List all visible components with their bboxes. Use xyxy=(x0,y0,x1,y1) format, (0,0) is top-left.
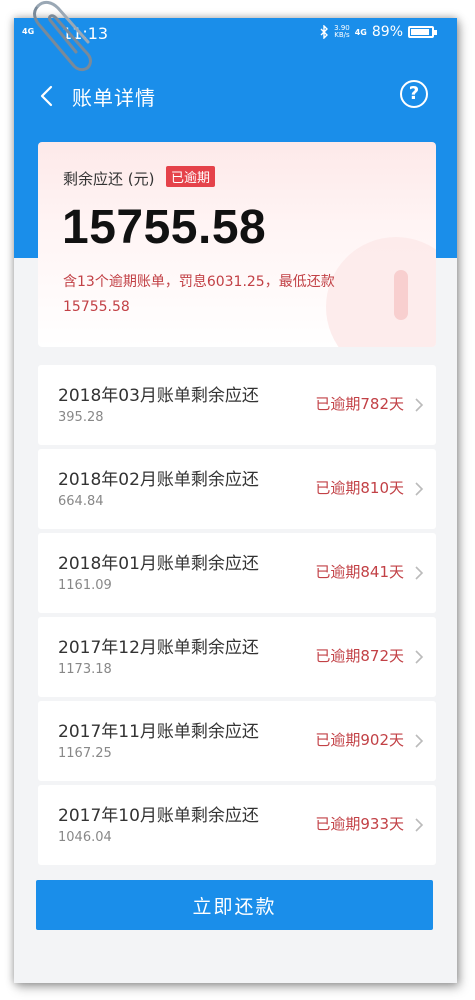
bluetooth-icon xyxy=(320,25,329,39)
chevron-right-icon xyxy=(415,566,424,580)
bill-row-2018-02[interactable]: 2018年02月账单剩余应还 664.84 已逾期810天 xyxy=(38,449,436,529)
bill-amount: 664.84 xyxy=(58,494,104,509)
balance-summary-card: 剩余应还 (元) 已逾期 15755.58 含13个逾期账单，罚息6031.25… xyxy=(38,142,436,347)
chevron-right-icon xyxy=(415,398,424,412)
remaining-label: 剩余应还 (元) xyxy=(63,170,155,188)
battery-icon xyxy=(408,26,437,38)
bill-amount: 1173.18 xyxy=(58,662,112,677)
bill-overdue-status: 已逾期810天 xyxy=(315,479,404,497)
bill-overdue-status: 已逾期782天 xyxy=(315,395,404,413)
bill-amount: 1046.04 xyxy=(58,830,112,845)
bill-title: 2018年03月账单剩余应还 xyxy=(58,386,259,406)
bill-amount: 1161.09 xyxy=(58,578,112,593)
chevron-right-icon xyxy=(415,734,424,748)
bill-overdue-status: 已逾期902天 xyxy=(315,731,404,749)
bill-overdue-status: 已逾期841天 xyxy=(315,563,404,581)
back-icon[interactable] xyxy=(36,84,60,108)
bill-overdue-status: 已逾期933天 xyxy=(315,815,404,833)
bill-row-2017-12[interactable]: 2017年12月账单剩余应还 1173.18 已逾期872天 xyxy=(38,617,436,697)
bill-row-2017-11[interactable]: 2017年11月账单剩余应还 1167.25 已逾期902天 xyxy=(38,701,436,781)
chevron-right-icon xyxy=(415,482,424,496)
bill-title: 2017年12月账单剩余应还 xyxy=(58,638,259,658)
overdue-badge: 已逾期 xyxy=(166,166,216,187)
exclamation-decoration-icon xyxy=(394,270,408,320)
paperclip-icon xyxy=(33,0,92,72)
remaining-amount: 15755.58 xyxy=(62,201,267,254)
bill-list: 2018年03月账单剩余应还 395.28 已逾期782天 2018年02月账单… xyxy=(38,365,436,869)
nav-bar: 账单详情 ? xyxy=(22,74,442,118)
bill-title: 2018年01月账单剩余应还 xyxy=(58,554,259,574)
page-title: 账单详情 xyxy=(72,86,156,110)
chevron-right-icon xyxy=(415,818,424,832)
network-type: 4G xyxy=(354,27,367,37)
network-speed: 3.90 KB/s xyxy=(334,25,350,39)
bill-row-2017-10[interactable]: 2017年10月账单剩余应还 1046.04 已逾期933天 xyxy=(38,785,436,865)
bill-title: 2017年10月账单剩余应还 xyxy=(58,806,259,826)
overdue-note: 含13个逾期账单，罚息6031.25，最低还款15755.58 xyxy=(63,274,335,315)
bill-row-2018-03[interactable]: 2018年03月账单剩余应还 395.28 已逾期782天 xyxy=(38,365,436,445)
network-speed-unit: KB/s xyxy=(334,31,350,39)
battery-percent: 89% xyxy=(371,24,403,40)
help-icon[interactable]: ? xyxy=(400,80,428,108)
bill-amount: 1167.25 xyxy=(58,746,112,761)
bill-overdue-status: 已逾期872天 xyxy=(315,647,404,665)
bill-row-2018-01[interactable]: 2018年01月账单剩余应还 1161.09 已逾期841天 xyxy=(38,533,436,613)
bill-title: 2017年11月账单剩余应还 xyxy=(58,722,259,742)
chevron-right-icon xyxy=(415,650,424,664)
bill-title: 2018年02月账单剩余应还 xyxy=(58,470,259,490)
bill-amount: 395.28 xyxy=(58,410,104,425)
status-right-group: 3.90 KB/s 4G 89% xyxy=(320,24,437,40)
pay-now-button[interactable]: 立即还款 xyxy=(36,880,433,930)
